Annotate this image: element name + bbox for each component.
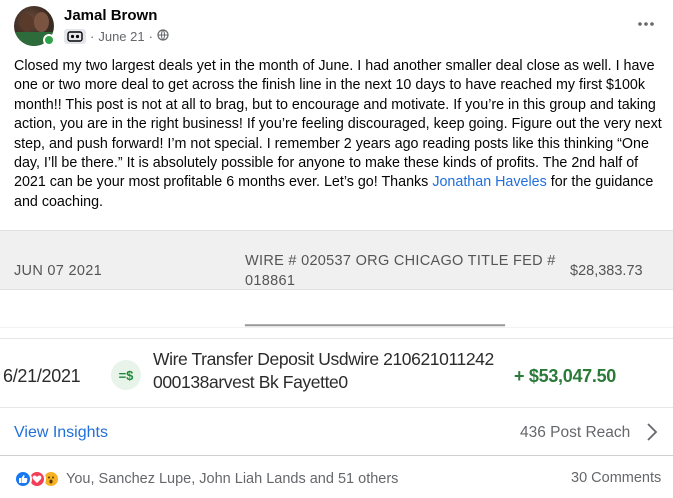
online-status-icon	[43, 34, 55, 46]
post-body: Closed my two largest deals yet in the m…	[14, 57, 666, 212]
statement-row: JUN 07 2021 WIRE # 020537 ORG CHICAGO TI…	[0, 230, 673, 290]
author-name[interactable]: Jamal Brown	[64, 7, 157, 24]
post-header: Jamal Brown · June 21 ·	[0, 0, 673, 54]
deposit-amount: + $53,047.50	[514, 366, 617, 386]
bank-statement-image-1[interactable]: ▔▔▔▔▔▔▔ ▔▔▔▔▔▔▔▔▔▔▔▔▔▔▔▔▔▔▔▔▔▔▔▔▔ ▔▔▔▔▔▔…	[0, 223, 673, 327]
cropped-amount-red: ▔▔▔▔▔▔	[570, 223, 630, 229]
transfer-icon: =$	[111, 360, 141, 390]
statement-description-line1: WIRE # 020537 ORG CHICAGO TITLE FED #	[245, 253, 556, 269]
avatar-face-right	[34, 12, 49, 32]
meta-separator: ·	[90, 28, 95, 44]
statement-description: WIRE # 020537 ORG CHICAGO TITLE FED # 01…	[245, 251, 556, 291]
chevron-right-icon[interactable]	[645, 422, 659, 442]
avatar-face-left	[20, 14, 34, 32]
group-badge-icon[interactable]	[64, 28, 86, 44]
reaction-names[interactable]: You, Sanchez Lupe, John Liah Lands and 5…	[66, 471, 398, 487]
post-date[interactable]: June 21	[98, 29, 144, 44]
deposit-description: Wire Transfer Deposit Usdwire 2106210112…	[153, 348, 494, 394]
post-text-main: Closed my two largest deals yet in the m…	[14, 58, 662, 191]
separator-dot: ·	[148, 28, 153, 44]
reactions-summary[interactable]: You, Sanchez Lupe, John Liah Lands and 5…	[14, 468, 398, 490]
deposit-date: 6/21/2021	[3, 366, 81, 386]
cropped-row-bottom: ▁▁▁▁▁▁▁▁▁▁▁▁▁▁▁▁▁▁▁▁▁▁▁▁▁▁	[245, 311, 505, 326]
deposit-description-line1: Wire Transfer Deposit Usdwire 2106210112…	[153, 349, 494, 369]
statement-amount: $28,383.73	[570, 263, 643, 279]
bank-statement-image-2[interactable]: 6/21/2021 =$ Wire Transfer Deposit Usdwi…	[0, 338, 673, 408]
audience-icon[interactable]	[157, 28, 169, 44]
view-insights-link[interactable]: View Insights	[14, 424, 108, 442]
deposit-description-line2: 000138arvest Bk Fayette0	[153, 372, 348, 392]
cropped-text-left: ▔▔▔▔▔▔▔	[14, 223, 84, 229]
insights-bar: View Insights 436 Post Reach	[0, 408, 673, 456]
cropped-text-middle: ▔▔▔▔▔▔▔▔▔▔▔▔▔▔▔▔▔▔▔▔▔▔▔▔▔	[245, 223, 495, 229]
more-options-icon[interactable]	[634, 12, 658, 36]
post-reach[interactable]: 436 Post Reach	[520, 424, 630, 442]
post-meta: · June 21 ·	[64, 28, 169, 44]
like-reaction-icon	[14, 470, 32, 488]
image-divider	[0, 327, 673, 338]
comments-count[interactable]: 30 Comments	[571, 470, 661, 486]
mention-link[interactable]: Jonathan Haveles	[432, 174, 546, 190]
statement-description-line2: 018861	[245, 273, 296, 289]
statement-date: JUN 07 2021	[14, 263, 102, 279]
